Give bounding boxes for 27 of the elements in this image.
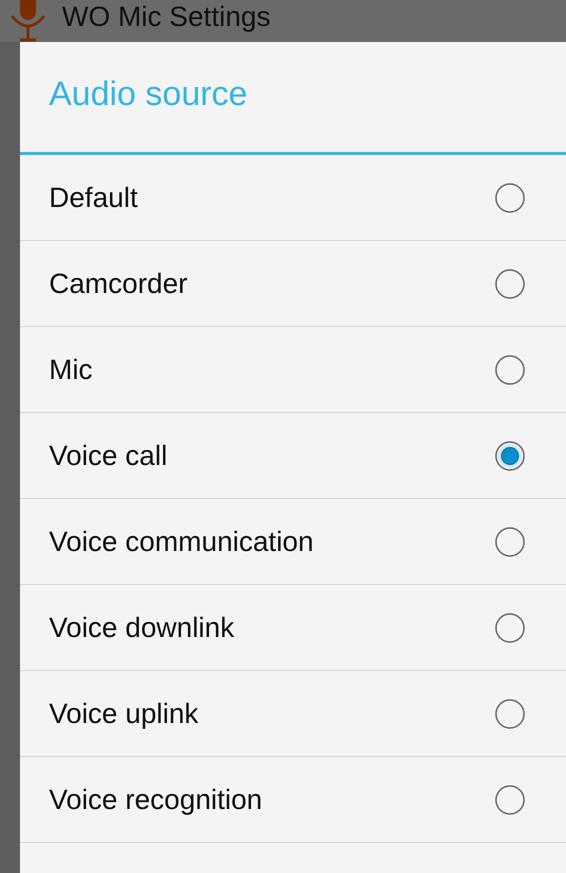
option-row[interactable]: Voice recognition (20, 757, 566, 843)
option-label: Voice recognition (49, 784, 264, 816)
option-label: Voice communication (49, 526, 315, 558)
option-row[interactable]: Voice call (20, 413, 566, 499)
option-row[interactable]: Mic (20, 327, 566, 413)
option-row[interactable]: Voice downlink (20, 585, 566, 671)
option-row[interactable]: Voice communication (20, 499, 566, 585)
radio-button[interactable] (495, 698, 525, 728)
option-row[interactable]: Voice uplink (20, 671, 566, 757)
app-title: WO Mic Settings (62, 0, 270, 34)
microphone-icon (8, 0, 48, 42)
radio-button[interactable] (495, 784, 525, 814)
option-row[interactable]: Camcorder (20, 241, 566, 327)
dialog-title: Audio source (20, 42, 566, 155)
option-label: Default (49, 182, 139, 214)
radio-button[interactable] (495, 526, 525, 556)
radio-button[interactable] (495, 182, 525, 212)
radio-button[interactable] (495, 440, 525, 470)
option-row[interactable]: Default (20, 155, 566, 241)
option-label: Mic (49, 354, 94, 386)
option-label: Voice call (49, 440, 168, 472)
radio-button[interactable] (495, 354, 525, 384)
radio-button[interactable] (495, 612, 525, 642)
option-label: Camcorder (49, 268, 188, 300)
option-label: Voice uplink (49, 698, 200, 730)
option-label: Voice downlink (49, 612, 236, 644)
radio-button[interactable] (495, 268, 525, 298)
